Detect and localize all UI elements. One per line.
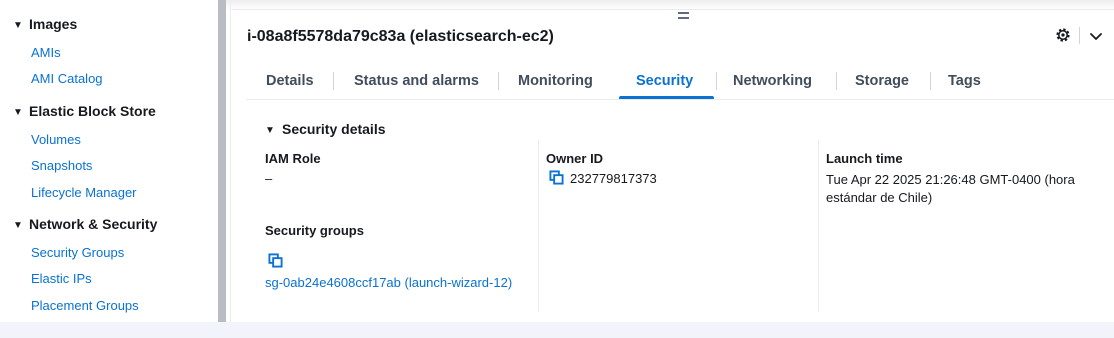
tab-bar: Details Status and alarms Monitoring Sec…: [246, 63, 1114, 100]
copy-icon[interactable]: [549, 170, 564, 185]
sidebar-item-lifecycle-manager[interactable]: Lifecycle Manager: [31, 185, 137, 200]
sidebar-item-amis[interactable]: AMIs: [31, 45, 61, 60]
chevron-down-icon[interactable]: [1088, 28, 1104, 44]
sidebar-section-network-security[interactable]: ▼ Network & Security: [13, 216, 157, 232]
sidebar-item-volumes[interactable]: Volumes: [31, 132, 81, 147]
security-details-header[interactable]: ▼ Security details: [265, 121, 386, 137]
column-divider: [818, 140, 819, 312]
tab-separator: [498, 72, 499, 90]
tab-tags[interactable]: Tags: [948, 63, 981, 99]
iam-role-value: –: [265, 171, 273, 186]
owner-id-value: 232779817373: [570, 171, 657, 186]
sidebar-scrollbar[interactable]: [218, 0, 226, 322]
launch-time-label: Launch time: [826, 151, 903, 166]
sidebar-item-security-groups[interactable]: Security Groups: [31, 245, 124, 260]
tab-separator: [716, 72, 717, 90]
gear-icon[interactable]: [1054, 26, 1072, 44]
split-divider: [230, 0, 231, 322]
owner-id-label: Owner ID: [546, 151, 604, 166]
tab-details[interactable]: Details: [266, 63, 314, 99]
sidebar-item-placement-groups[interactable]: Placement Groups: [31, 298, 139, 313]
caret-down-icon: ▼: [265, 125, 275, 136]
sidebar-item-ami-catalog[interactable]: AMI Catalog: [31, 71, 103, 86]
sidebar-section-elastic-block-store[interactable]: ▼ Elastic Block Store: [13, 103, 156, 119]
caret-down-icon: ▼: [13, 20, 23, 31]
tab-status-and-alarms[interactable]: Status and alarms: [354, 63, 479, 99]
column-divider: [538, 140, 539, 312]
security-group-link[interactable]: sg-0ab24e4608ccf17ab (launch-wizard-12): [265, 275, 512, 290]
sidebar-item-elastic-ips[interactable]: Elastic IPs: [31, 271, 92, 286]
tab-storage[interactable]: Storage: [855, 63, 909, 99]
tab-separator: [930, 72, 931, 90]
tab-security[interactable]: Security: [636, 63, 693, 99]
sidebar-item-snapshots[interactable]: Snapshots: [31, 158, 92, 173]
tab-monitoring[interactable]: Monitoring: [518, 63, 593, 99]
header-divider: [1079, 27, 1080, 44]
security-groups-label: Security groups: [265, 223, 364, 238]
copy-icon[interactable]: [268, 253, 283, 268]
tab-separator: [836, 72, 837, 90]
caret-down-icon: ▼: [13, 107, 23, 118]
caret-down-icon: ▼: [13, 220, 23, 231]
drag-handle-icon[interactable]: [678, 11, 692, 21]
security-details-title: Security details: [282, 121, 386, 137]
sidebar-section-label: Elastic Block Store: [29, 103, 156, 119]
top-divider: [232, 9, 1114, 10]
sidebar-section-label: Network & Security: [29, 216, 158, 232]
sidebar-section-images[interactable]: ▼ Images: [13, 16, 77, 32]
tab-bar-border: [246, 99, 1114, 100]
sidebar-section-label: Images: [29, 16, 78, 32]
tab-separator: [333, 72, 334, 90]
tab-networking[interactable]: Networking: [733, 63, 812, 99]
instance-title: i-08a8f5578da79c83a (elasticsearch-ec2): [247, 28, 554, 45]
iam-role-label: IAM Role: [265, 151, 321, 166]
launch-time-value: Tue Apr 22 2025 21:26:48 GMT-0400 (hora …: [826, 172, 1075, 205]
sidebar-nav: ▼ Images AMIs AMI Catalog ▼ Elastic Block …: [0, 0, 218, 322]
bottom-bar: [0, 322, 1114, 338]
